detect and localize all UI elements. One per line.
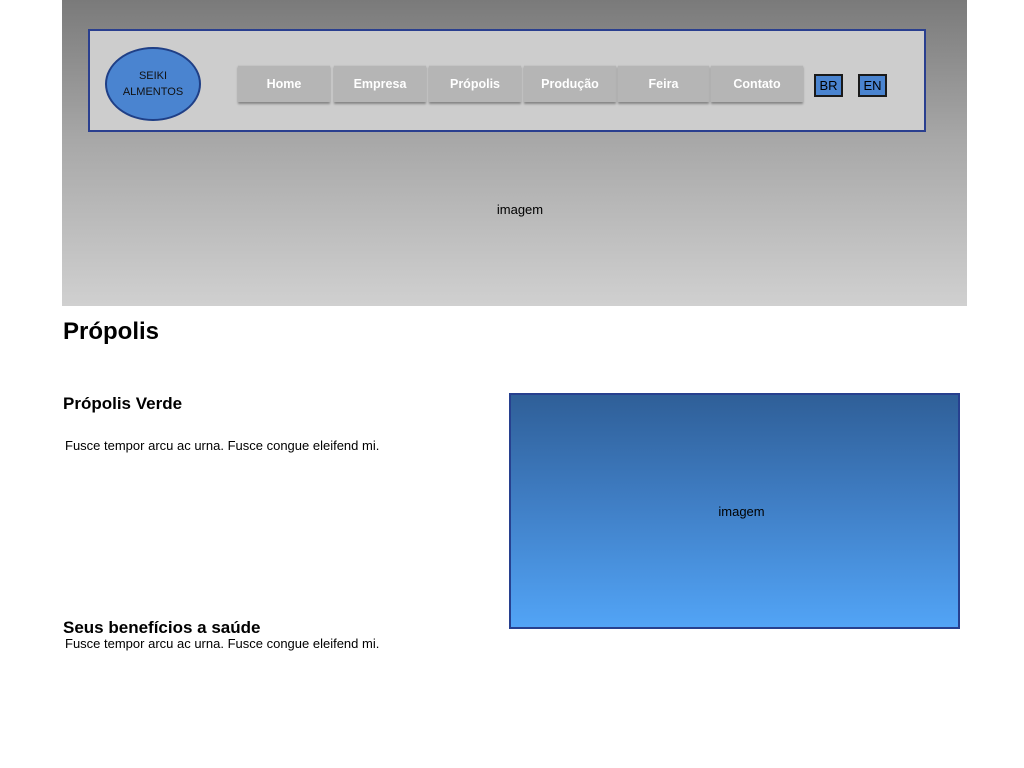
section-text-propolis-verde: Fusce tempor arcu ac urna. Fusce congue … (65, 438, 380, 453)
logo-line-1: SEIKI (138, 70, 168, 82)
language-br-button[interactable]: BR (814, 74, 843, 97)
nav-empresa-button[interactable]: Empresa (334, 65, 426, 102)
section-heading-propolis-verde: Própolis Verde (63, 394, 183, 413)
nav-producao-button[interactable]: Produção (524, 65, 616, 102)
nav-feira-button[interactable]: Feira (618, 65, 709, 102)
page-title: Própolis (63, 318, 160, 345)
logo-line-2: ALMENTOS (122, 86, 184, 98)
nav-propolis-button[interactable]: Própolis (429, 65, 521, 102)
content-image-label: imagem (718, 503, 765, 519)
section-heading-beneficios: Seus benefícios a saúde (63, 618, 261, 637)
content-image-placeholder: imagem (509, 393, 960, 629)
nav-home-button[interactable]: Home (238, 65, 330, 102)
hero-image-placeholder-label: imagem (496, 202, 544, 217)
language-en-button[interactable]: EN (858, 74, 887, 97)
section-text-beneficios: Fusce tempor arcu ac urna. Fusce congue … (65, 636, 380, 651)
site-logo[interactable]: SEIKI ALMENTOS (105, 47, 201, 121)
nav-contato-button[interactable]: Contato (711, 65, 803, 102)
